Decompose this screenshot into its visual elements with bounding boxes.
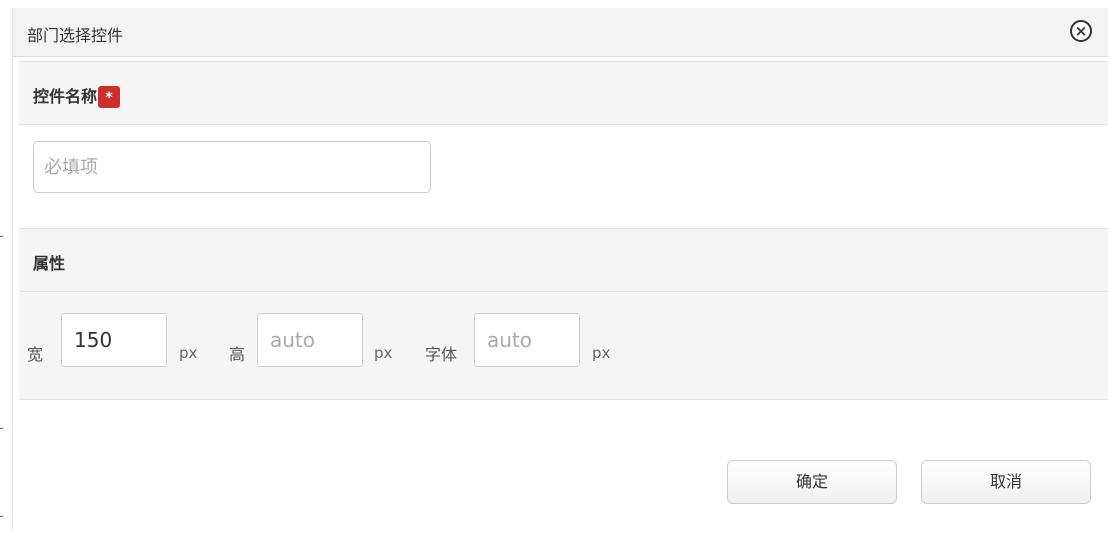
department-picker-dialog: 部门选择控件 × 控件名称* 属性 宽 px 高 px 字体 px 确定 取消: [12, 8, 1108, 530]
height-input[interactable]: [257, 313, 363, 367]
dialog-titlebar: 部门选择控件 ×: [13, 8, 1108, 57]
width-unit: px: [179, 344, 198, 362]
confirm-button[interactable]: 确定: [727, 460, 897, 504]
dialog-title: 部门选择控件: [27, 26, 124, 45]
font-label: 字体: [425, 345, 458, 364]
close-icon: ×: [1074, 22, 1088, 40]
edge-marker: [0, 516, 3, 517]
props-section-header: 属性: [19, 228, 1108, 292]
cancel-button[interactable]: 取消: [921, 460, 1091, 504]
edge-marker: [0, 428, 3, 429]
width-input[interactable]: [61, 313, 167, 367]
width-label: 宽: [27, 345, 44, 364]
name-section-header: 控件名称 *: [19, 61, 1108, 125]
edge-marker: [0, 236, 3, 237]
control-name-input[interactable]: [33, 141, 431, 193]
font-unit: px: [592, 344, 611, 362]
font-size-input[interactable]: [474, 313, 580, 367]
required-icon: *: [98, 85, 121, 108]
props-panel: 宽 px 高 px 字体 px: [19, 292, 1108, 400]
control-name-label: 控件名称 *: [33, 83, 121, 109]
props-label: 属性: [33, 254, 66, 273]
control-name-label-text: 控件名称: [33, 87, 98, 106]
close-button[interactable]: ×: [1070, 20, 1092, 42]
height-unit: px: [374, 344, 393, 362]
height-label: 高: [229, 345, 246, 364]
